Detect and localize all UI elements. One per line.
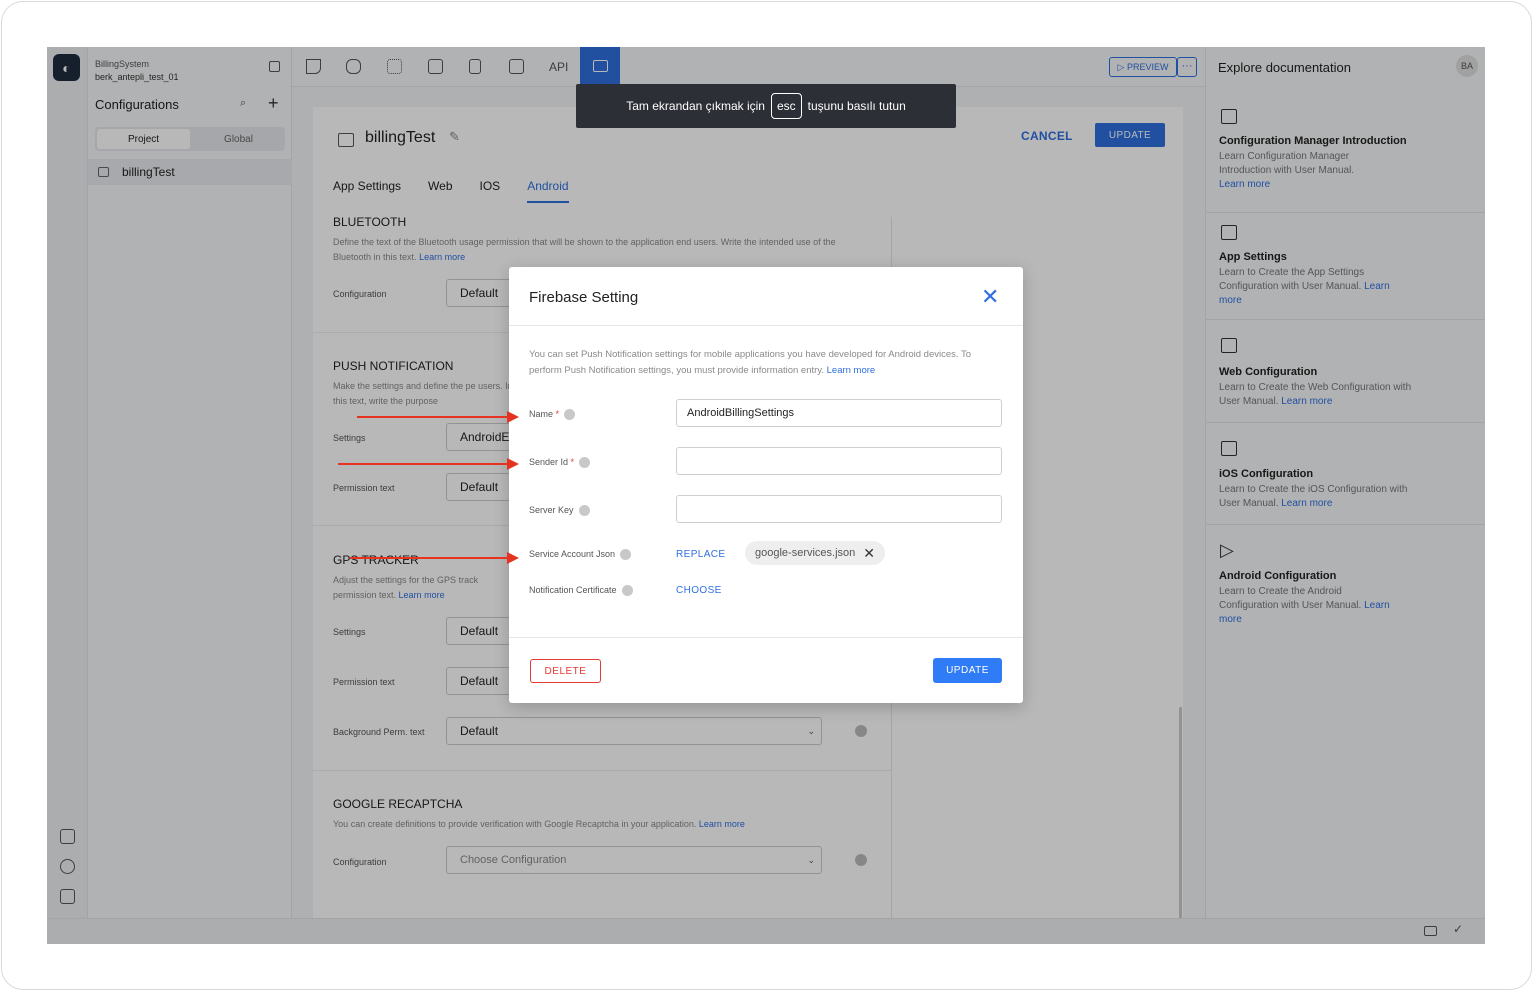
esc-key: esc	[770, 93, 802, 119]
divider	[509, 637, 1023, 638]
modal-description: You can set Push Notification settings f…	[529, 349, 972, 376]
learn-more-link[interactable]: Learn more	[827, 365, 876, 376]
json-file-chip: google-services.json ✕	[745, 541, 886, 565]
divider	[509, 325, 1023, 326]
delete-button[interactable]: DELETE	[530, 659, 601, 683]
annotation-arrow	[350, 552, 519, 564]
annotation-arrow	[338, 458, 519, 470]
firebase-setting-modal: Firebase Setting ✕ You can set Push Noti…	[509, 267, 1023, 703]
replace-button[interactable]: REPLACE	[676, 549, 726, 560]
info-icon	[579, 457, 591, 469]
name-field[interactable]: AndroidBillingSettings	[676, 399, 1002, 427]
close-icon[interactable]: ✕	[981, 284, 999, 310]
info-icon	[621, 585, 633, 597]
update-button[interactable]: UPDATE	[933, 658, 1002, 683]
annotation-arrow	[357, 411, 519, 423]
name-label: Name *	[529, 409, 576, 421]
modal-title: Firebase Setting	[529, 289, 639, 306]
service-account-json-label: Service Account Json	[529, 549, 632, 561]
notification-certificate-label: Notification Certificate	[529, 585, 633, 597]
server-key-field[interactable]	[676, 495, 1002, 523]
server-key-label: Server Key	[529, 505, 590, 517]
fullscreen-toast: Tam ekrandan çıkmak için esc tuşunu bası…	[576, 84, 956, 128]
json-file-name: google-services.json	[755, 547, 856, 559]
choose-button[interactable]: CHOOSE	[676, 585, 722, 596]
toast-text-before: Tam ekrandan çıkmak için	[626, 99, 765, 113]
sender-id-field[interactable]	[676, 447, 1002, 475]
info-icon	[564, 409, 576, 421]
info-icon	[578, 505, 590, 517]
toast-text-after: tuşunu basılı tutun	[807, 99, 906, 113]
sender-id-label: Sender Id *	[529, 457, 591, 469]
info-icon	[620, 549, 632, 561]
remove-file-icon[interactable]: ✕	[863, 545, 875, 562]
